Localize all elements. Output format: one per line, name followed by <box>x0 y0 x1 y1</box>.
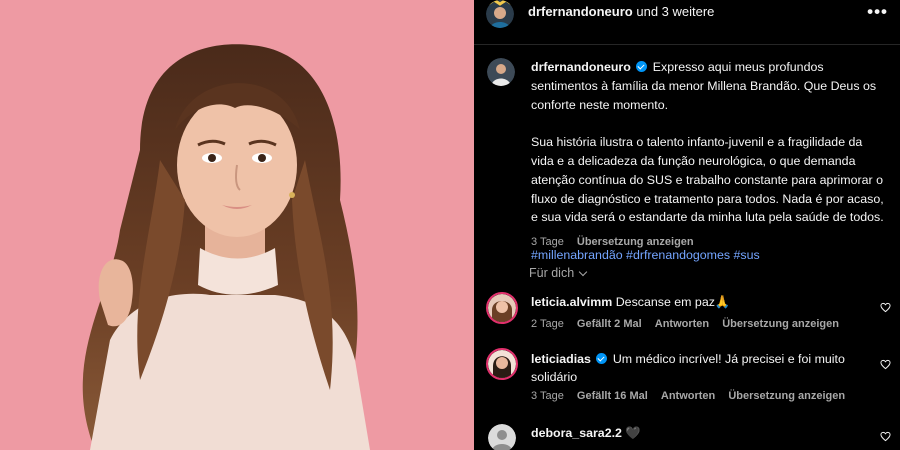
verified-badge-icon <box>596 353 608 364</box>
fuer-dich-label: Für dich <box>529 266 575 280</box>
comment-likes[interactable]: Gefällt 2 Mal <box>577 318 642 330</box>
caption-translate-button[interactable]: Übersetzung anzeigen <box>577 236 694 248</box>
caption-hashtags[interactable]: #millenabrandão #drfrenandogomes #sus <box>531 246 887 265</box>
comment-username[interactable]: leticiadias <box>531 352 591 366</box>
co-authors-label[interactable]: und 3 weitere <box>636 4 714 19</box>
comment-item: leticiadias Um médico incrível! Já preci… <box>531 350 861 386</box>
post-caption: drfernandoneuro Expresso aqui meus profu… <box>531 58 887 265</box>
verified-badge-icon <box>636 61 648 72</box>
comment-translate-button[interactable]: Übersetzung anzeigen <box>728 390 845 402</box>
post-authors: drfernandoneuro und 3 weitere <box>528 4 714 19</box>
comment-item: debora_sara2.2 🖤 <box>531 424 861 442</box>
caption-meta: 3 Tage Übersetzung anzeigen <box>531 236 704 248</box>
heart-icon[interactable] <box>880 359 891 370</box>
comment-avatar[interactable] <box>486 292 518 324</box>
comment-likes[interactable]: Gefällt 16 Mal <box>577 390 648 402</box>
comment-meta: 3 Tage Gefällt 16 Mal Antworten Übersetz… <box>531 390 855 402</box>
girl-portrait-image <box>0 0 474 450</box>
post-photo[interactable] <box>0 0 474 450</box>
reply-button[interactable]: Antworten <box>661 390 715 402</box>
caption-username[interactable]: drfernandoneuro <box>531 60 631 74</box>
comment-time[interactable]: 2 Tage <box>531 318 564 330</box>
caption-text-2: Sua história ilustra o talento infanto-j… <box>531 135 884 225</box>
comment-time[interactable]: 3 Tage <box>531 390 564 402</box>
author-username[interactable]: drfernandoneuro <box>528 4 633 19</box>
caption-time[interactable]: 3 Tage <box>531 236 564 248</box>
caption-avatar[interactable] <box>487 58 515 86</box>
comment-text: Descanse em paz🙏 <box>615 295 731 309</box>
post-header: drfernandoneuro und 3 weitere ••• <box>474 0 900 45</box>
heart-icon[interactable] <box>880 431 891 442</box>
comment-item: leticia.alvimm Descanse em paz🙏 <box>531 293 861 311</box>
post-sidebar: drfernandoneuro und 3 weitere ••• drfern… <box>474 0 900 450</box>
comment-avatar[interactable] <box>488 424 516 450</box>
comment-avatar[interactable] <box>486 348 518 380</box>
chevron-down-icon <box>578 267 588 277</box>
comment-text: 🖤 <box>625 426 641 440</box>
heart-icon[interactable] <box>880 302 891 313</box>
reply-button[interactable]: Antworten <box>655 318 709 330</box>
comment-translate-button[interactable]: Übersetzung anzeigen <box>722 318 839 330</box>
comment-username[interactable]: debora_sara2.2 <box>531 426 622 440</box>
comment-username[interactable]: leticia.alvimm <box>531 295 612 309</box>
fuer-dich-dropdown[interactable]: Für dich <box>529 266 588 280</box>
author-avatar[interactable] <box>486 0 514 28</box>
comment-meta: 2 Tage Gefällt 2 Mal Antworten Übersetzu… <box>531 318 849 330</box>
more-horizontal-icon[interactable]: ••• <box>867 2 888 22</box>
